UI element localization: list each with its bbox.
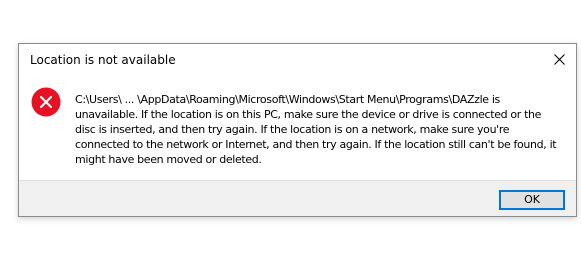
close-icon [553,53,565,65]
message-line: connected to the network or Internet, an… [75,138,557,151]
dialog-footer: OK [19,180,576,216]
ok-button[interactable]: OK [499,190,565,210]
message-line: C:\Users\ ... \AppData\Roaming\Microsoft… [75,93,500,106]
screenshot-stage: Location is not available C:\Users\ ... … [0,0,581,253]
dialog-title: Location is not available [30,53,176,67]
error-message: C:\Users\ ... \AppData\Roaming\Microsoft… [75,92,567,167]
message-line: might have been moved or deleted. [75,153,262,166]
close-button[interactable] [542,44,576,74]
dialog-titlebar[interactable]: Location is not available [19,44,576,76]
error-icon [31,87,61,117]
message-line: disc is inserted, and then try again. If… [75,123,510,136]
message-line: unavailable. If the location is on this … [75,108,542,121]
error-dialog: Location is not available C:\Users\ ... … [18,43,577,217]
dialog-body: C:\Users\ ... \AppData\Roaming\Microsoft… [19,76,576,180]
